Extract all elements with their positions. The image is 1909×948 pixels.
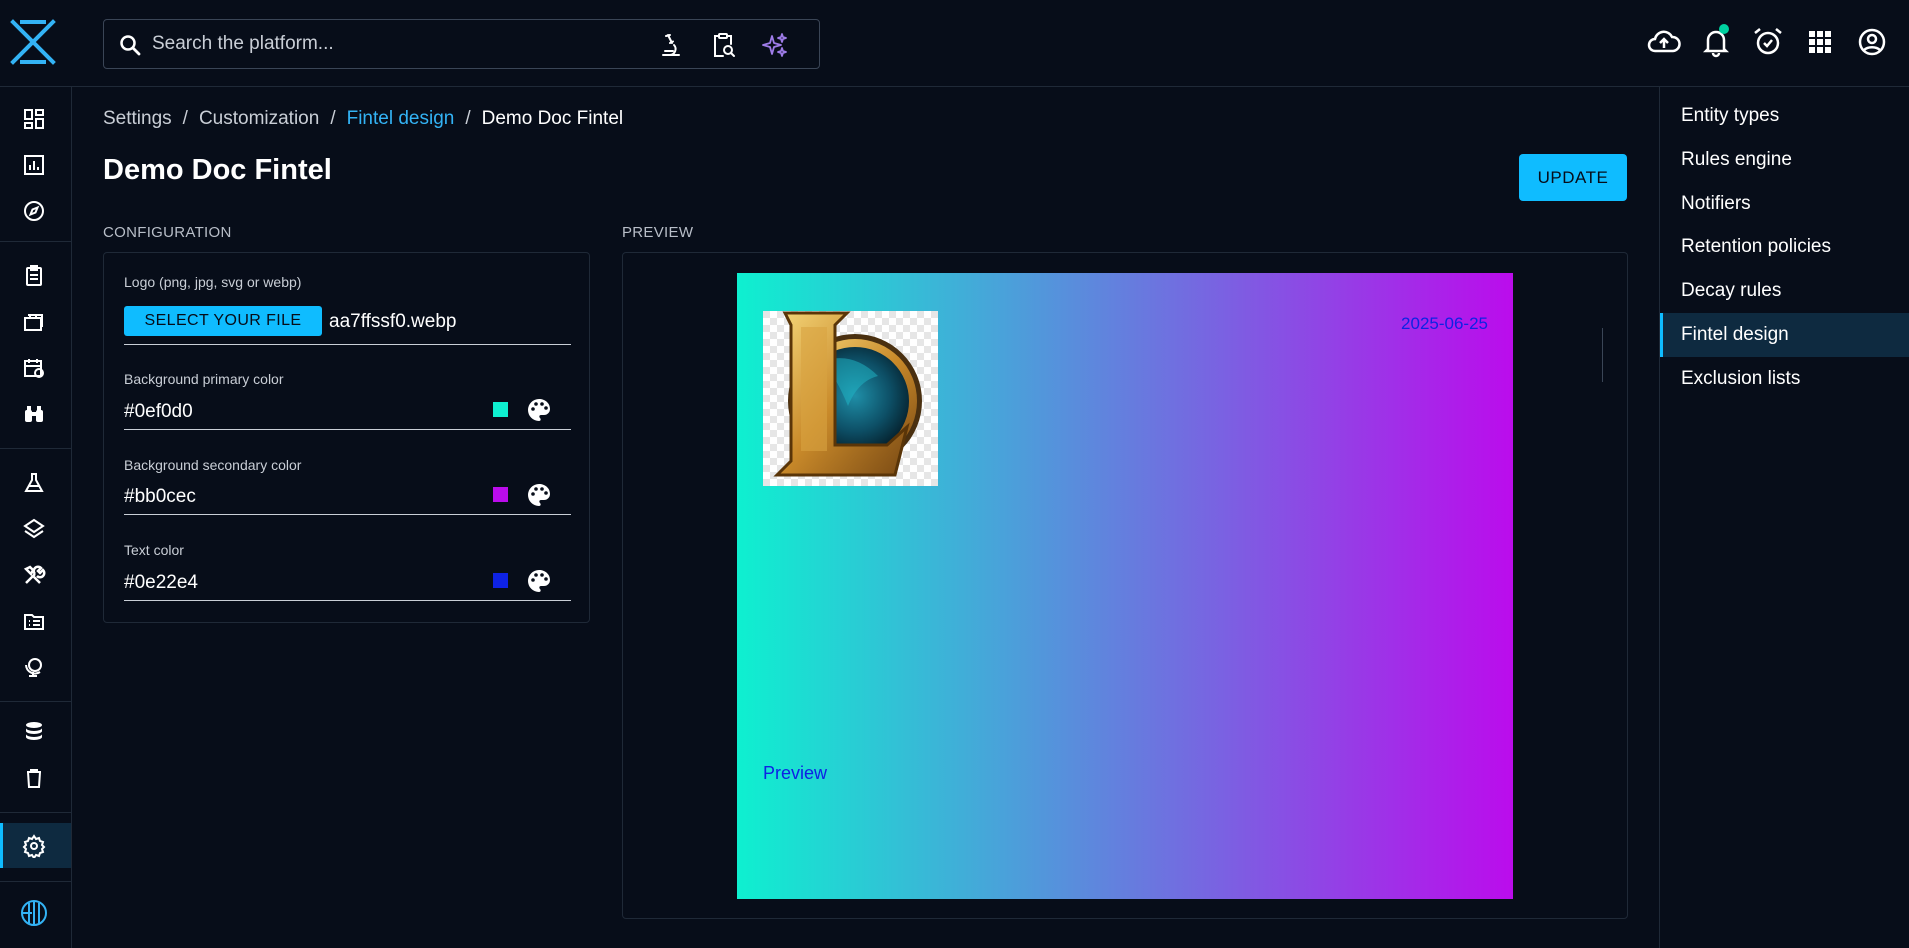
- notification-dot: [1719, 24, 1729, 34]
- breadcrumb-fintel-design[interactable]: Fintel design: [347, 108, 455, 130]
- configuration-panel: Logo (png, jpg, svg or webp) SELECT YOUR…: [103, 252, 590, 623]
- opencti-logo[interactable]: [8, 17, 58, 67]
- trash-icon[interactable]: [22, 766, 46, 790]
- breadcrumb-customization[interactable]: Customization: [199, 108, 319, 130]
- nav-divider: [0, 448, 71, 449]
- settings-nav-exclusion-lists[interactable]: Exclusion lists: [1660, 357, 1909, 401]
- settings-nav-retention-policies[interactable]: Retention policies: [1660, 225, 1909, 269]
- breadcrumb-current: Demo Doc Fintel: [481, 108, 624, 129]
- preview-panel: 2025-06-25 Preview: [622, 252, 1628, 919]
- cases-icon[interactable]: [22, 310, 46, 334]
- preview-logo-image: [763, 311, 938, 486]
- observations-icon[interactable]: [22, 402, 46, 426]
- primary-color-label: Background primary color: [124, 371, 284, 387]
- preview-label: PREVIEW: [622, 224, 694, 241]
- analytics-icon[interactable]: [22, 153, 46, 177]
- primary-color-swatch: [493, 402, 508, 417]
- sparkles-icon[interactable]: [761, 31, 789, 59]
- palette-icon[interactable]: [525, 567, 553, 595]
- breadcrumb-settings[interactable]: Settings: [103, 108, 172, 130]
- data-folder-icon[interactable]: [22, 609, 46, 633]
- app-root: Settings / Customization / Fintel design / Dem…: [0, 0, 1909, 948]
- breadcrumb-separator: /: [182, 108, 188, 129]
- primary-color-field[interactable]: #0ef0d0: [124, 401, 193, 423]
- layers-icon[interactable]: [22, 517, 46, 541]
- secondary-color-label: Background secondary color: [124, 457, 302, 473]
- search-bar: [103, 19, 820, 69]
- settings-nav-entity-types[interactable]: Entity types: [1660, 94, 1909, 138]
- field-underline: [124, 429, 571, 430]
- breadcrumb-separator: /: [330, 108, 336, 129]
- nav-divider: [0, 701, 71, 702]
- nav-divider: [0, 241, 71, 242]
- configuration-label: CONFIGURATION: [103, 224, 232, 241]
- clipboard-search-icon[interactable]: [709, 31, 737, 59]
- notifications-button[interactable]: [1698, 24, 1734, 60]
- settings-nav-rules-engine[interactable]: Rules engine: [1660, 138, 1909, 182]
- filigran-icon[interactable]: [20, 899, 48, 927]
- settings-nav-notifiers[interactable]: Notifiers: [1660, 182, 1909, 226]
- globe-icon[interactable]: [22, 655, 46, 679]
- palette-icon[interactable]: [525, 481, 553, 509]
- field-underline: [124, 514, 571, 515]
- logo-file-name: aa7ffssf0.webp: [329, 311, 457, 332]
- account-icon[interactable]: [1854, 24, 1890, 60]
- secondary-color-swatch: [493, 487, 508, 502]
- settings-nav-decay-rules[interactable]: Decay rules: [1660, 269, 1909, 313]
- preview-canvas: 2025-06-25 Preview: [737, 273, 1513, 899]
- apps-grid-icon[interactable]: [1802, 24, 1838, 60]
- text-color-swatch: [493, 573, 508, 588]
- palette-icon[interactable]: [525, 396, 553, 424]
- preview-date: 2025-06-25: [1401, 314, 1488, 333]
- microscope-icon[interactable]: [657, 31, 685, 59]
- preview-scrollbar[interactable]: [1602, 328, 1603, 382]
- settings-nav-fintel-design[interactable]: Fintel design: [1660, 313, 1909, 357]
- clipboard-icon[interactable]: [22, 264, 46, 288]
- nav-divider: [0, 881, 71, 882]
- compass-icon[interactable]: [22, 199, 46, 223]
- settings-icon[interactable]: [22, 834, 46, 858]
- search-input[interactable]: [152, 20, 742, 68]
- database-icon[interactable]: [22, 720, 46, 744]
- cloud-upload-icon[interactable]: [1646, 24, 1682, 60]
- text-color-field[interactable]: #0e22e4: [124, 572, 198, 594]
- search-icon: [120, 35, 141, 56]
- field-underline: [124, 600, 571, 601]
- settings-nav: Entity types Rules engine Notifiers Rete…: [1659, 87, 1909, 948]
- breadcrumb-separator: /: [465, 108, 471, 129]
- logo-field-label: Logo (png, jpg, svg or webp): [124, 274, 302, 290]
- preview-text: Preview: [763, 763, 828, 783]
- dashboard-icon[interactable]: [22, 107, 46, 131]
- field-underline: [124, 344, 571, 345]
- top-bar: [0, 0, 1909, 87]
- page-title: Demo Doc Fintel: [103, 154, 332, 186]
- tools-icon[interactable]: [22, 563, 46, 587]
- update-button[interactable]: UPDATE: [1519, 154, 1627, 201]
- select-file-button[interactable]: SELECT YOUR FILE: [124, 306, 322, 336]
- left-nav: [0, 87, 72, 948]
- secondary-color-field[interactable]: #bb0cec: [124, 486, 196, 508]
- breadcrumb: Settings / Customization / Fintel design / Dem…: [103, 108, 623, 130]
- nav-divider: [0, 812, 71, 813]
- events-icon[interactable]: [22, 356, 46, 380]
- text-color-label: Text color: [124, 542, 184, 558]
- alarm-icon[interactable]: [1750, 24, 1786, 60]
- techniques-icon[interactable]: [22, 471, 46, 495]
